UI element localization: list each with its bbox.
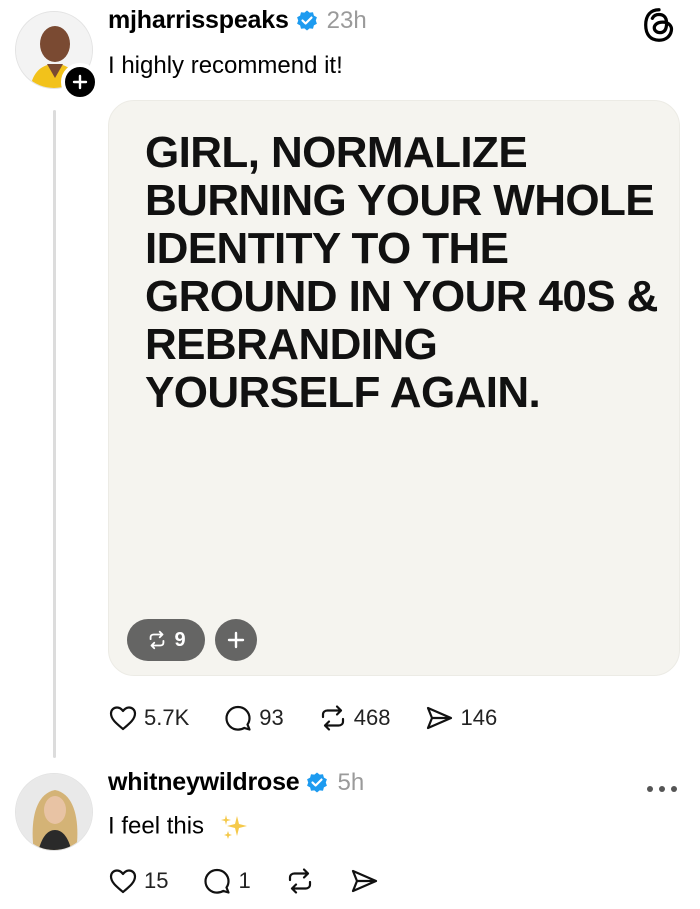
post-header: mjharrisspeaks 23h — [108, 6, 367, 35]
plus-icon — [227, 631, 245, 649]
follow-plus-icon — [72, 74, 88, 90]
like-count: 5.7K — [144, 705, 190, 730]
comment-icon — [225, 705, 251, 731]
reply-text-row: I feel this — [108, 812, 249, 842]
verified-icon — [296, 10, 317, 30]
repost-icon — [288, 868, 311, 894]
threads-logo-icon[interactable] — [640, 6, 678, 44]
follow-button[interactable] — [61, 63, 99, 101]
reply-header: whitneywildrose 5h — [108, 768, 364, 797]
thread-connector-line — [53, 110, 56, 758]
reply-count: 93 — [259, 705, 284, 730]
sparkle-icon — [220, 815, 247, 839]
reply-reply-button[interactable]: 1 — [202, 866, 251, 896]
post-timestamp[interactable]: 23h — [327, 7, 367, 35]
reply-text: I feel this — [108, 812, 205, 840]
heart-icon — [109, 706, 137, 731]
post-image[interactable]: GIRL, NORMALIZE BURNING YOUR WHOLE IDENT… — [108, 100, 680, 676]
share-count: 146 — [460, 705, 498, 730]
share-icon — [427, 706, 453, 730]
verified-icon — [307, 772, 328, 792]
repost-button[interactable]: 468 — [318, 703, 391, 733]
share-icon — [351, 869, 377, 893]
repost-icon — [150, 630, 165, 650]
like-button[interactable]: 5.7K — [108, 703, 189, 733]
repost-icon — [321, 705, 344, 731]
share-button[interactable]: 146 — [424, 703, 497, 733]
heart-icon — [109, 869, 137, 894]
repost-count: 468 — [353, 705, 391, 730]
reply-author-avatar[interactable] — [15, 773, 93, 851]
reply-like-button[interactable]: 15 — [108, 866, 168, 896]
media-repost-pill[interactable]: 9 — [127, 619, 205, 661]
comment-icon — [204, 868, 231, 894]
post-action-bar: 5.7K 93 468 146 — [108, 703, 531, 733]
image-quote-text: GIRL, NORMALIZE BURNING YOUR WHOLE IDENT… — [145, 128, 658, 417]
reply-timestamp[interactable]: 5h — [337, 769, 364, 797]
reply-author-username[interactable]: whitneywildrose — [108, 768, 300, 797]
reply-like-count: 15 — [144, 868, 169, 893]
reply-repost-button[interactable] — [285, 866, 315, 896]
media-add-button[interactable] — [215, 619, 257, 661]
reply-share-button[interactable] — [349, 866, 379, 896]
reply-button[interactable]: 93 — [223, 703, 284, 733]
more-icon[interactable] — [643, 783, 681, 795]
reply-reply-count: 1 — [238, 868, 251, 893]
author-username[interactable]: mjharrisspeaks — [108, 6, 289, 35]
reply-action-bar: 15 1 — [108, 866, 413, 896]
media-repost-count: 9 — [174, 628, 186, 651]
post-caption: I highly recommend it! — [108, 52, 343, 79]
